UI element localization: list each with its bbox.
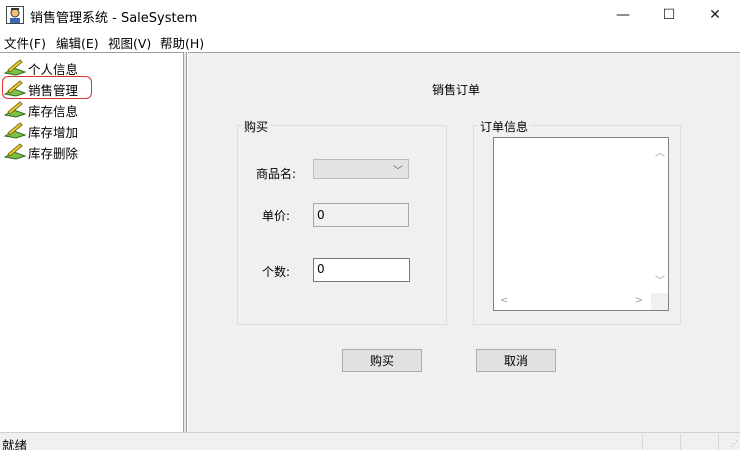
minimize-button[interactable]: — bbox=[600, 0, 646, 30]
cancel-button[interactable]: 取消 bbox=[476, 349, 556, 372]
buy-button-label: 购买 bbox=[369, 354, 394, 368]
form-title: 销售订单 bbox=[432, 83, 481, 97]
tree-item-sales-management[interactable]: 销售管理 bbox=[2, 76, 180, 99]
cancel-button-label: 取消 bbox=[503, 354, 528, 368]
edit-document-icon bbox=[4, 122, 26, 139]
scroll-up-icon[interactable]: ︿ bbox=[655, 144, 665, 159]
tree-item-inventory-add[interactable]: 库存增加 bbox=[2, 120, 180, 140]
edit-document-icon bbox=[4, 59, 26, 76]
tree-item-label: 销售管理 bbox=[28, 83, 79, 98]
buy-button[interactable]: 购买 bbox=[342, 349, 422, 372]
tree-item-label: 库存信息 bbox=[28, 104, 79, 119]
tree-item-label: 库存增加 bbox=[28, 125, 79, 140]
status-pane-1 bbox=[642, 434, 680, 450]
price-label: 单价: bbox=[262, 209, 291, 223]
edit-document-icon bbox=[4, 80, 26, 97]
horizontal-scrollbar[interactable]: < > bbox=[494, 293, 651, 310]
scroll-right-icon[interactable]: > bbox=[635, 295, 643, 306]
title-bar: 销售管理系统 - SaleSystem — ☐ ✕ bbox=[0, 0, 740, 30]
close-icon: ✕ bbox=[709, 7, 721, 23]
pane-splitter[interactable] bbox=[184, 52, 187, 432]
menu-help[interactable]: 帮助(H) bbox=[160, 33, 204, 52]
window-title: 销售管理系统 - SaleSystem bbox=[30, 11, 198, 26]
tree-item-personal-info[interactable]: 个人信息 bbox=[2, 57, 180, 77]
menu-edit[interactable]: 编辑(E) bbox=[56, 33, 99, 52]
order-info-group-title: 订单信息 bbox=[478, 118, 531, 135]
status-text: 就绪 bbox=[2, 438, 28, 450]
menu-bar: 文件(F) 编辑(E) 视图(V) 帮助(H) bbox=[0, 30, 740, 52]
chevron-down-icon: ﹀ bbox=[393, 166, 403, 177]
price-field: 0 bbox=[313, 203, 409, 227]
menu-view[interactable]: 视图(V) bbox=[108, 33, 151, 52]
edit-document-icon bbox=[4, 143, 26, 160]
close-button[interactable]: ✕ bbox=[692, 0, 738, 30]
status-bar: 就绪 ⋰ bbox=[0, 432, 740, 450]
navigation-tree: 个人信息 销售管理 库存信息 库存增加 库存删除 bbox=[0, 52, 184, 432]
app-icon bbox=[6, 6, 24, 24]
count-label: 个数: bbox=[262, 265, 291, 279]
product-combobox[interactable]: ﹀ bbox=[313, 159, 409, 179]
order-info-listbox[interactable]: ︿ ﹀ < > bbox=[493, 137, 669, 311]
maximize-icon: ☐ bbox=[662, 7, 676, 23]
scrollbar-corner bbox=[651, 293, 668, 310]
scroll-left-icon[interactable]: < bbox=[500, 295, 508, 306]
tree-item-inventory-info[interactable]: 库存信息 bbox=[2, 99, 180, 119]
resize-grip-icon[interactable]: ⋰ bbox=[730, 439, 738, 448]
product-label: 商品名: bbox=[256, 167, 297, 181]
status-pane-2 bbox=[680, 434, 718, 450]
menu-file[interactable]: 文件(F) bbox=[4, 33, 46, 52]
tree-item-inventory-delete[interactable]: 库存删除 bbox=[2, 141, 180, 161]
minimize-icon: — bbox=[616, 7, 630, 23]
edit-document-icon bbox=[4, 101, 26, 118]
maximize-button[interactable]: ☐ bbox=[646, 0, 692, 30]
purchase-group-title: 购买 bbox=[242, 118, 271, 135]
sales-order-form: 销售订单 购买 商品名: ﹀ 单价: 0 个数: 0 订单信息 ︿ ﹀ < > … bbox=[188, 52, 740, 432]
vertical-scrollbar[interactable]: ︿ ﹀ bbox=[651, 138, 668, 293]
scroll-down-icon[interactable]: ﹀ bbox=[655, 272, 665, 287]
count-input[interactable]: 0 bbox=[313, 258, 410, 282]
tree-item-label: 库存删除 bbox=[28, 146, 79, 161]
